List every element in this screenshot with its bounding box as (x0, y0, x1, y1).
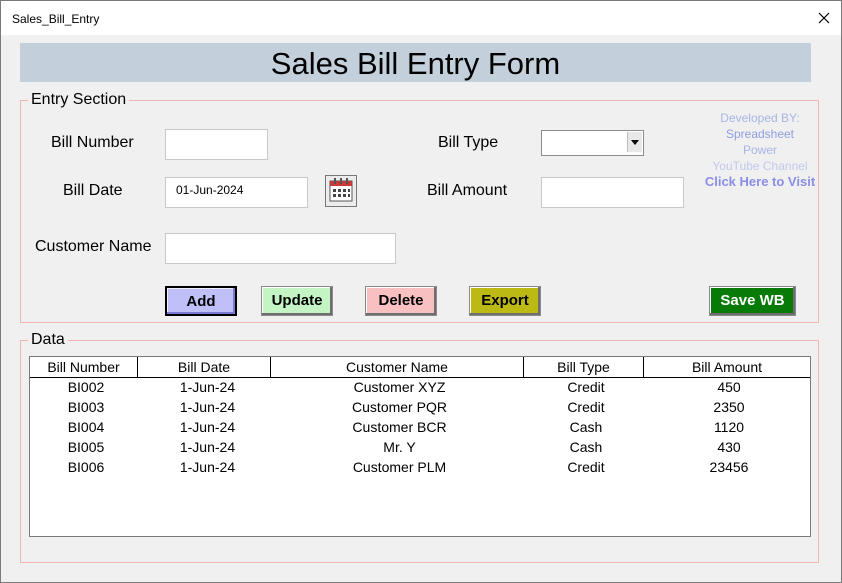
developer-credit: Developed BY: Spreadsheet Power YouTube … (700, 110, 820, 190)
delete-button[interactable]: Delete (365, 286, 437, 316)
table-cell: Mr. Y (383, 439, 416, 455)
column-header[interactable]: Bill Amount (644, 357, 810, 377)
visit-channel-link[interactable]: Click Here to Visit (700, 174, 820, 190)
form-client-area: Sales Bill Entry Form Entry Section Bill… (4, 35, 838, 580)
developer-credit-line3: Power (742, 143, 777, 157)
bill-type-label: Bill Type (438, 134, 499, 151)
customer-name-input[interactable] (165, 233, 396, 264)
table-cell: Customer XYZ (353, 379, 446, 395)
close-button[interactable] (813, 7, 835, 29)
developer-credit-line1: Developed BY: (720, 111, 800, 125)
table-row[interactable]: BI003 1-Jun-24 Customer PQR Credit 2350 (30, 397, 810, 417)
close-icon (818, 12, 830, 24)
table-cell: BI006 (67, 459, 105, 475)
bill-date-label: Bill Date (63, 182, 123, 199)
bill-type-dropdown[interactable] (541, 130, 644, 156)
sales-bill-entry-window: Sales_Bill_Entry Sales Bill Entry Form E… (0, 0, 842, 583)
table-cell: BI002 (67, 379, 105, 395)
table-cell: 2350 (713, 399, 745, 415)
form-title: Sales Bill Entry Form (20, 43, 811, 82)
list-header: Bill Number Bill Date Customer Name Bill… (30, 357, 810, 378)
column-header[interactable]: Customer Name (271, 357, 524, 377)
bill-number-label: Bill Number (51, 134, 134, 151)
column-header[interactable]: Bill Number (30, 357, 138, 377)
column-header[interactable]: Bill Type (524, 357, 644, 377)
table-cell: 430 (717, 439, 741, 455)
calendar-icon[interactable] (325, 175, 357, 207)
add-button[interactable]: Add (165, 286, 237, 316)
table-cell: Cash (569, 419, 603, 435)
data-section-legend: Data (28, 331, 68, 349)
table-cell: 23456 (709, 459, 749, 475)
bill-date-input[interactable]: 01-Jun-2024 (165, 177, 308, 208)
bill-list-view[interactable]: Bill Number Bill Date Customer Name Bill… (29, 356, 811, 537)
table-cell: BI003 (67, 399, 105, 415)
table-cell: BI005 (67, 439, 105, 455)
table-cell: Credit (567, 399, 605, 415)
table-cell: Credit (567, 379, 605, 395)
bill-amount-input[interactable] (541, 177, 684, 208)
column-header[interactable]: Bill Date (138, 357, 271, 377)
customer-name-label: Customer Name (35, 238, 152, 255)
table-cell: 1-Jun-24 (179, 419, 236, 435)
bill-number-input[interactable] (165, 129, 268, 160)
table-row[interactable]: BI006 1-Jun-24 Customer PLM Credit 23456 (30, 457, 810, 477)
table-cell: 450 (717, 379, 741, 395)
table-cell: Customer PLM (352, 459, 447, 475)
export-button[interactable]: Export (469, 286, 541, 316)
title-bar: Sales_Bill_Entry (1, 1, 841, 35)
table-row[interactable]: BI005 1-Jun-24 Mr. Y Cash 430 (30, 437, 810, 457)
table-cell: 1-Jun-24 (179, 459, 236, 475)
table-row[interactable]: BI004 1-Jun-24 Customer BCR Cash 1120 (30, 417, 810, 437)
table-cell: 1-Jun-24 (179, 439, 236, 455)
table-cell: Customer BCR (352, 419, 447, 435)
update-button[interactable]: Update (261, 286, 333, 316)
table-cell: Customer PQR (352, 399, 447, 415)
entry-section-legend: Entry Section (28, 91, 130, 109)
table-cell: Cash (569, 439, 603, 455)
window-title: Sales_Bill_Entry (12, 12, 100, 26)
table-cell: BI004 (67, 419, 105, 435)
table-cell: 1120 (713, 419, 745, 435)
table-cell: 1-Jun-24 (179, 379, 236, 395)
developer-credit-line2: Spreadsheet (725, 127, 795, 141)
bill-amount-label: Bill Amount (427, 182, 508, 199)
chevron-down-icon[interactable] (627, 132, 642, 152)
developer-credit-line4: YouTube Channel (712, 159, 808, 173)
save-wb-button[interactable]: Save WB (709, 286, 796, 316)
table-cell: Credit (567, 459, 605, 475)
table-row[interactable]: BI002 1-Jun-24 Customer XYZ Credit 450 (30, 377, 810, 397)
table-cell: 1-Jun-24 (179, 399, 236, 415)
